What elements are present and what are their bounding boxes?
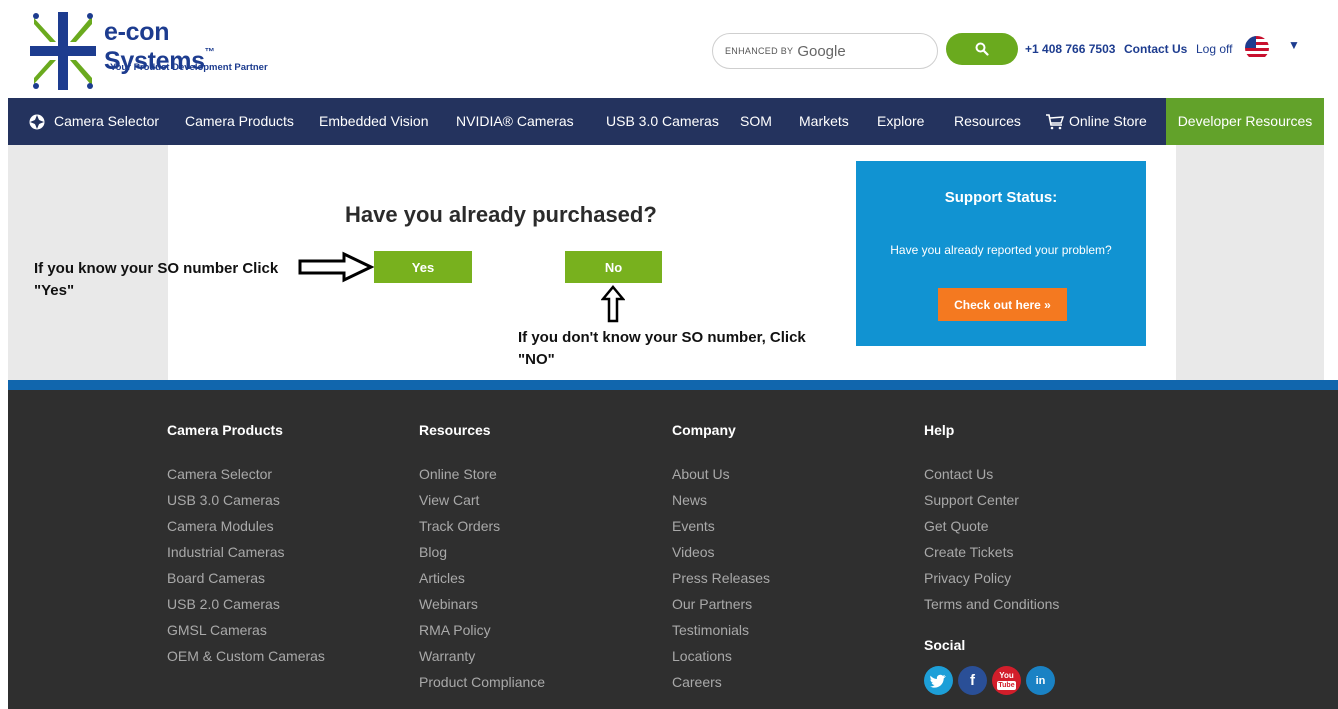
no-button[interactable]: No [565, 251, 662, 283]
footer-link[interactable]: Support Center [924, 487, 1059, 513]
footer-link[interactable]: Testimonials [672, 617, 770, 643]
footer-link[interactable]: View Cart [419, 487, 545, 513]
nav-usb3-cameras[interactable]: USB 3.0 Cameras [606, 98, 719, 145]
footer-link[interactable]: Warranty [419, 643, 545, 669]
check-out-here-button[interactable]: Check out here » [938, 288, 1067, 321]
twitter-icon[interactable] [924, 666, 953, 695]
footer-link[interactable]: Camera Modules [167, 513, 325, 539]
footer-link[interactable]: News [672, 487, 770, 513]
footer-link[interactable]: USB 3.0 Cameras [167, 487, 325, 513]
brand-trademark: ™ [204, 47, 215, 58]
footer-link[interactable]: Industrial Cameras [167, 539, 325, 565]
footer-link[interactable]: Our Partners [672, 591, 770, 617]
nav-som[interactable]: SOM [740, 98, 772, 145]
yes-instruction-line2: "Yes" [34, 282, 75, 299]
footer-column-help: Help Contact Us Support Center Get Quote… [924, 422, 1059, 617]
logo-mark-icon [30, 12, 96, 90]
linkedin-glyph: in [1035, 674, 1046, 687]
search-button[interactable] [946, 33, 1018, 65]
footer-link[interactable]: OEM & Custom Cameras [167, 643, 325, 669]
yes-instruction-line1: If you know your SO number Click [34, 260, 279, 277]
youtube-glyph-bottom: Tube [997, 681, 1016, 690]
purchase-question: Have you already purchased? [345, 202, 657, 227]
log-off-link[interactable]: Log off [1196, 42, 1232, 56]
support-status-text: Have you already reported your problem? [890, 243, 1112, 257]
footer-link[interactable]: Videos [672, 539, 770, 565]
site-header: e-con Systems™ Your Product Development … [0, 0, 1338, 98]
footer-link[interactable]: Online Store [419, 461, 545, 487]
footer-link[interactable]: Privacy Policy [924, 565, 1059, 591]
phone-link[interactable]: +1 408 766 7503 [1025, 42, 1115, 56]
footer-link[interactable]: Press Releases [672, 565, 770, 591]
youtube-icon[interactable]: You Tube [992, 666, 1021, 695]
camera-selector-icon [29, 114, 45, 130]
nav-camera-products[interactable]: Camera Products [185, 98, 294, 145]
footer-link[interactable]: Product Compliance [419, 669, 545, 695]
nav-camera-selector[interactable]: Camera Selector [54, 98, 159, 145]
footer-column-title: Resources [419, 422, 491, 438]
footer-column-camera-products: Camera Products Camera Selector USB 3.0 … [167, 422, 325, 669]
facebook-glyph: f [970, 672, 975, 689]
footer-link[interactable]: Careers [672, 669, 770, 695]
footer-column-title: Company [672, 422, 736, 438]
footer-link[interactable]: USB 2.0 Cameras [167, 591, 325, 617]
no-instruction-note: If you don't know your SO number, Click … [518, 327, 806, 371]
footer-link[interactable]: GMSL Cameras [167, 617, 325, 643]
footer-column-title: Help [924, 422, 955, 438]
footer-link[interactable]: Board Cameras [167, 565, 325, 591]
main-nav: Camera Selector Camera Products Embedded… [8, 98, 1324, 145]
contact-us-link[interactable]: Contact Us [1124, 42, 1187, 56]
cart-icon [1046, 114, 1064, 130]
footer-link[interactable]: Locations [672, 643, 770, 669]
search-icon [975, 42, 989, 56]
brand-tagline: Your Product Development Partner [110, 62, 268, 73]
us-flag-icon[interactable] [1245, 36, 1269, 60]
linkedin-icon[interactable]: in [1026, 666, 1055, 695]
footer-column-resources: Resources Online Store View Cart Track O… [419, 422, 545, 695]
youtube-glyph-top: You [999, 671, 1014, 680]
search-input[interactable]: ENHANCED BY Google [712, 33, 938, 69]
nav-nvidia-cameras[interactable]: NVIDIA® Cameras [456, 98, 574, 145]
footer-link[interactable]: Events [672, 513, 770, 539]
nav-markets[interactable]: Markets [799, 98, 849, 145]
arrow-up-icon [601, 285, 625, 323]
footer-link[interactable]: Articles [419, 565, 545, 591]
yes-instruction-note: If you know your SO number Click "Yes" [34, 258, 278, 302]
no-instruction-line1: If you don't know your SO number, Click [518, 329, 806, 346]
footer-link[interactable]: Create Tickets [924, 539, 1059, 565]
search-provider-label: Google [797, 42, 846, 60]
footer-link[interactable]: Camera Selector [167, 461, 325, 487]
nav-explore[interactable]: Explore [877, 98, 924, 145]
footer-column-company: Company About Us News Events Videos Pres… [672, 422, 770, 695]
footer-link[interactable]: Webinars [419, 591, 545, 617]
nav-developer-resources[interactable]: Developer Resources [1166, 98, 1324, 145]
footer-link[interactable]: Terms and Conditions [924, 591, 1059, 617]
nav-resources[interactable]: Resources [954, 98, 1021, 145]
search-enhanced-label: ENHANCED BY [725, 46, 794, 56]
facebook-icon[interactable]: f [958, 666, 987, 695]
no-instruction-line2: "NO" [518, 351, 555, 368]
nav-online-store[interactable]: Online Store [1069, 98, 1147, 145]
support-status-box: Support Status: Have you already reporte… [856, 161, 1146, 346]
arrow-right-icon [298, 251, 374, 283]
yes-button[interactable]: Yes [374, 251, 472, 283]
social-links: f You Tube in [924, 666, 1055, 695]
footer-link[interactable]: Get Quote [924, 513, 1059, 539]
footer-link[interactable]: Blog [419, 539, 545, 565]
chevron-down-icon[interactable]: ▼ [1288, 38, 1300, 52]
footer-link[interactable]: About Us [672, 461, 770, 487]
brand-logo[interactable]: e-con Systems™ Your Product Development … [30, 12, 280, 92]
support-status-title: Support Status: [944, 189, 1058, 206]
footer-link[interactable]: Contact Us [924, 461, 1059, 487]
nav-embedded-vision[interactable]: Embedded Vision [319, 98, 428, 145]
footer-link[interactable]: RMA Policy [419, 617, 545, 643]
footer-divider [8, 380, 1338, 390]
footer-column-title: Camera Products [167, 422, 283, 438]
social-title: Social [924, 637, 966, 653]
footer-link[interactable]: Track Orders [419, 513, 545, 539]
